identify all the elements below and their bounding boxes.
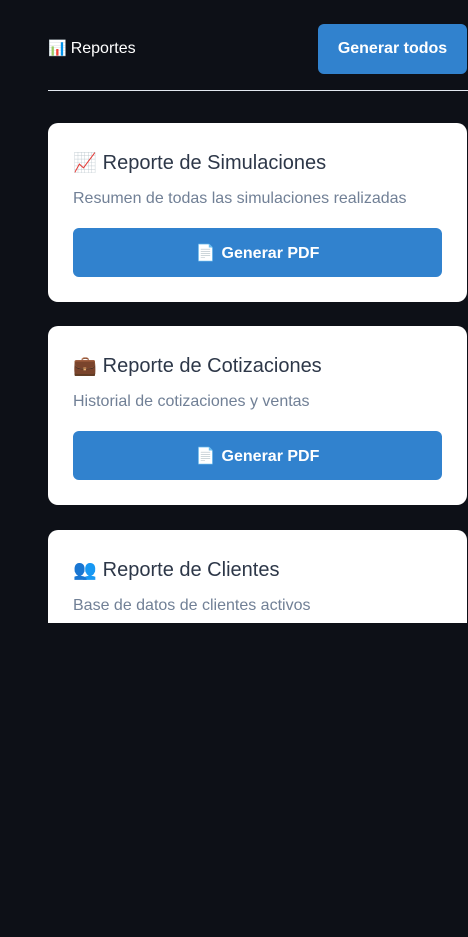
briefcase-icon: 💼	[73, 355, 97, 377]
chart-increasing-icon: 📈	[73, 152, 97, 174]
reports-screen: 📊 Reportes Generar todos 📈 Reporte de Simu…	[0, 0, 468, 937]
page-header: 📊 Reportes Generar todos	[48, 24, 467, 74]
report-card-clientes: 👥 Reporte de Clientes Base de datos de cl…	[48, 530, 467, 623]
generate-all-button[interactable]: Generar todos	[318, 24, 467, 74]
document-icon: 📄	[195, 242, 216, 262]
card-description: Resumen de todas las simulaciones realiz…	[73, 190, 407, 207]
page-title-label: Reportes	[70, 40, 136, 57]
card-title-label: Reporte de Simulaciones	[102, 152, 327, 174]
document-icon: 📄	[195, 445, 216, 465]
report-card-cotizaciones: 💼 Reporte de Cotizaciones Historial de co…	[48, 326, 467, 505]
bar-chart-icon: 📊	[48, 39, 67, 57]
card-title: 👥 Reporte de Clientes	[73, 557, 279, 583]
generate-pdf-button[interactable]: 📄 Generar PDF	[73, 431, 442, 480]
report-card-simulaciones: 📈 Reporte de Simulaciones Resumen de toda…	[48, 123, 467, 302]
generate-pdf-label: Generar PDF	[221, 244, 320, 262]
card-title-label: Reporte de Cotizaciones	[102, 355, 322, 377]
users-icon: 👥	[73, 559, 97, 581]
generate-pdf-label: Generar PDF	[221, 447, 320, 465]
page-title: 📊 Reportes	[48, 38, 136, 59]
card-description: Historial de cotizaciones y ventas	[73, 393, 310, 410]
generate-pdf-button[interactable]: 📄 Generar PDF	[73, 228, 442, 277]
report-list[interactable]: 📈 Reporte de Simulaciones Resumen de toda…	[48, 123, 468, 623]
card-title: 💼 Reporte de Cotizaciones	[73, 353, 322, 379]
card-title: 📈 Reporte de Simulaciones	[73, 150, 326, 176]
header-divider	[48, 90, 468, 91]
card-description: Base de datos de clientes activos	[73, 597, 311, 614]
card-title-label: Reporte de Clientes	[102, 559, 280, 581]
